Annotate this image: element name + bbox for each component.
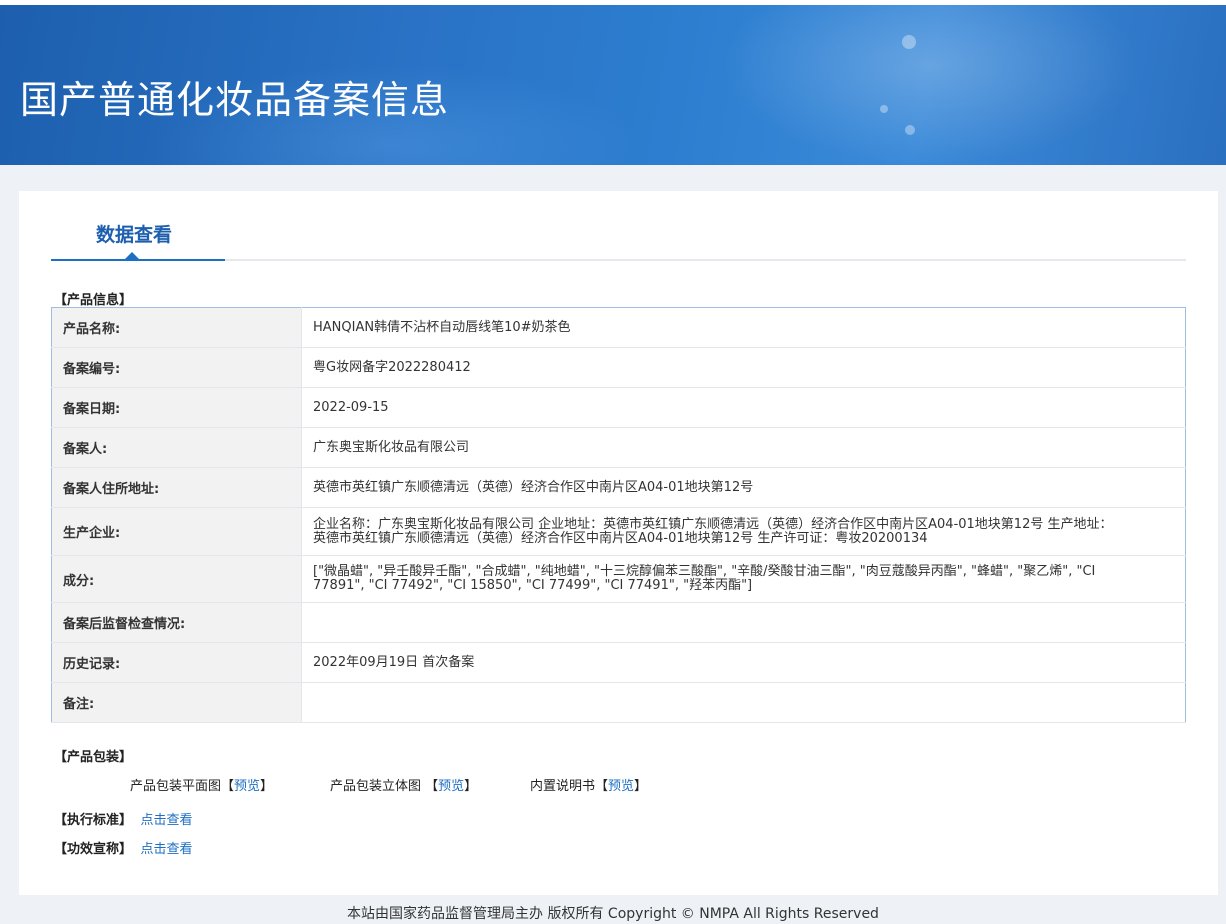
standard-heading: 【执行标准】	[54, 813, 133, 828]
product-info-table: 产品名称: HANQIAN韩倩不沾杯自动唇线笔10#奶茶色 备案编号: 粤G妆网…	[51, 307, 1186, 723]
product-info-heading: 【产品信息】	[54, 293, 133, 308]
table-row: 备案编号: 粤G妆网备字2022280412	[51, 347, 1186, 388]
banner-sparkle	[880, 105, 888, 113]
row-label: 备案编号:	[51, 347, 302, 388]
preview-link-3d[interactable]: 预览	[438, 779, 464, 794]
table-row: 产品名称: HANQIAN韩倩不沾杯自动唇线笔10#奶茶色	[51, 307, 1186, 348]
table-row: 备案日期: 2022-09-15	[51, 387, 1186, 428]
row-value: 英德市英红镇广东顺德清远（英德）经济合作区中南片区A04-01地块第12号	[301, 467, 1186, 508]
preview-link-flat[interactable]: 预览	[234, 779, 260, 794]
table-row: 历史记录: 2022年09月19日 首次备案	[51, 642, 1186, 683]
row-value: 2022年09月19日 首次备案	[301, 642, 1186, 683]
bracket-close: 】	[634, 779, 648, 794]
packaging-item-flat: 产品包装平面图【预览】	[130, 775, 273, 794]
row-value	[301, 682, 1186, 723]
banner-sparkle	[902, 35, 916, 49]
bracket-close: 】	[260, 779, 274, 794]
row-value: ["微晶蜡", "异壬酸异壬酯", "合成蜡", "纯地蜡", "十三烷醇偏苯三…	[301, 555, 1186, 603]
tab-caret-icon	[125, 252, 139, 259]
tab-data-view[interactable]: 数据查看	[96, 220, 172, 247]
bracket-open: 【	[425, 779, 439, 794]
banner-sparkle	[905, 125, 915, 135]
row-label: 备案人:	[51, 427, 302, 468]
packaging-item-3d: 产品包装立体图 【预览】	[330, 775, 477, 794]
standard-section: 【执行标准】 点击查看	[54, 809, 193, 828]
main-card: 数据查看 【产品信息】 产品名称: HANQIAN韩倩不沾杯自动唇线笔10#奶茶…	[19, 191, 1218, 895]
efficacy-heading: 【功效宣称】	[54, 842, 133, 857]
packaging-item-manual: 内置说明书【预览】	[530, 775, 647, 794]
page-title: 国产普通化妆品备案信息	[20, 78, 450, 122]
row-label: 生产企业:	[51, 507, 302, 556]
banner-glow	[720, 5, 1140, 165]
row-label: 备案日期:	[51, 387, 302, 428]
row-label: 成分:	[51, 555, 302, 603]
packaging-item-name: 产品包装立体图	[330, 779, 426, 794]
standard-view-link[interactable]: 点击查看	[141, 813, 193, 828]
row-label: 历史记录:	[51, 642, 302, 683]
row-value: 企业名称：广东奥宝斯化妆品有限公司 企业地址：英德市英红镇广东顺德清远（英德）经…	[301, 507, 1186, 556]
packaging-item-name: 产品包装平面图	[130, 779, 222, 794]
packaging-heading: 【产品包装】	[54, 750, 133, 765]
row-value: 广东奥宝斯化妆品有限公司	[301, 427, 1186, 468]
row-label: 备案后监督检查情况:	[51, 602, 302, 643]
table-row: 生产企业: 企业名称：广东奥宝斯化妆品有限公司 企业地址：英德市英红镇广东顺德清…	[51, 507, 1186, 556]
table-row: 备案人住所地址: 英德市英红镇广东顺德清远（英德）经济合作区中南片区A04-01…	[51, 467, 1186, 508]
preview-link-manual[interactable]: 预览	[608, 779, 634, 794]
tab-active-indicator	[51, 259, 225, 261]
packaging-item-name: 内置说明书	[530, 779, 596, 794]
table-row: 成分: ["微晶蜡", "异壬酸异壬酯", "合成蜡", "纯地蜡", "十三烷…	[51, 555, 1186, 603]
row-value: 粤G妆网备字2022280412	[301, 347, 1186, 388]
row-value: 2022-09-15	[301, 387, 1186, 428]
table-row: 备案人: 广东奥宝斯化妆品有限公司	[51, 427, 1186, 468]
footer-copyright: 本站由国家药品监督管理局主办 版权所有 Copyright © NMPA All…	[347, 906, 879, 922]
row-label: 备案人住所地址:	[51, 467, 302, 508]
table-row: 备案后监督检查情况:	[51, 602, 1186, 643]
table-row: 备注:	[51, 682, 1186, 723]
efficacy-view-link[interactable]: 点击查看	[141, 842, 193, 857]
row-label: 产品名称:	[51, 307, 302, 348]
row-value: HANQIAN韩倩不沾杯自动唇线笔10#奶茶色	[301, 307, 1186, 348]
bracket-open: 【	[595, 779, 609, 794]
row-label: 备注:	[51, 682, 302, 723]
efficacy-section: 【功效宣称】 点击查看	[54, 838, 193, 857]
header-banner: 国产普通化妆品备案信息	[0, 5, 1226, 165]
row-value	[301, 602, 1186, 643]
bracket-open: 【	[221, 779, 235, 794]
bracket-close: 】	[464, 779, 478, 794]
